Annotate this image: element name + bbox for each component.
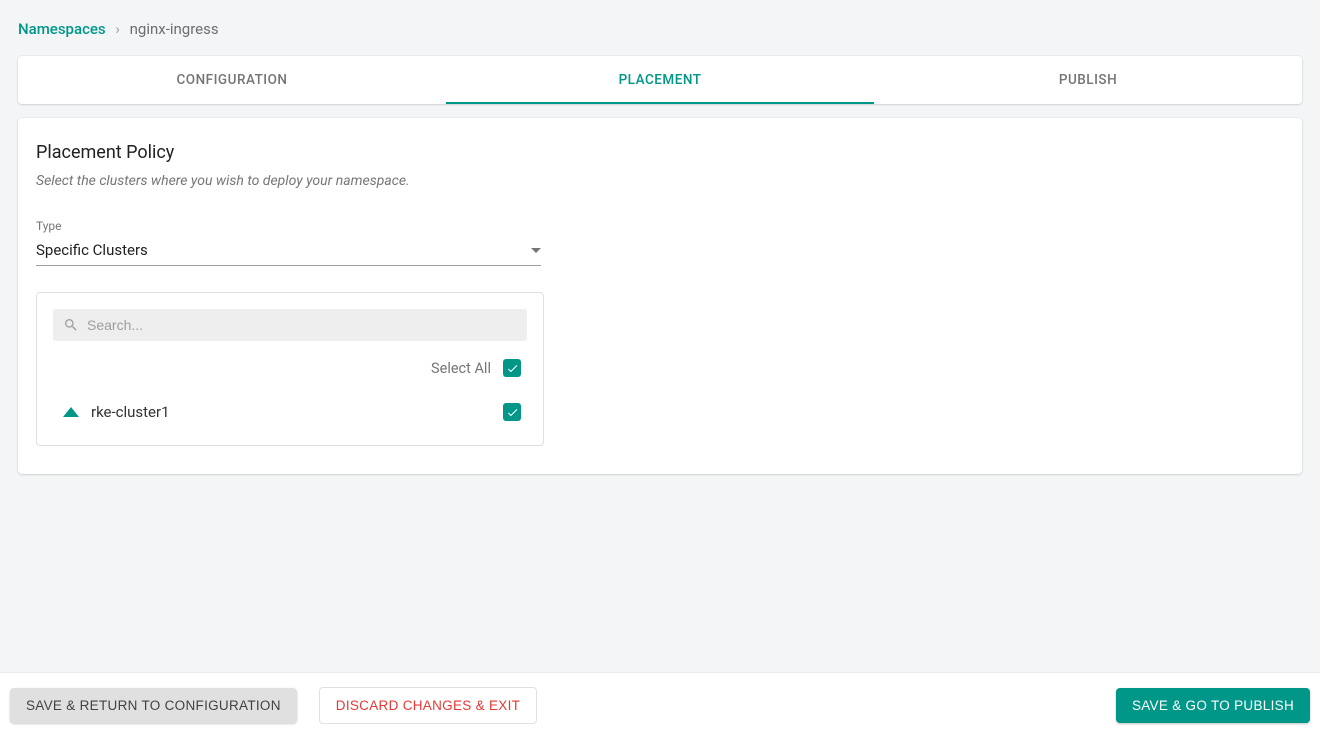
check-icon — [506, 362, 519, 375]
breadcrumb-root-link[interactable]: Namespaces — [18, 20, 106, 38]
section-title: Placement Policy — [36, 142, 1284, 163]
breadcrumb: Namespaces › nginx-ingress — [18, 0, 1302, 56]
cluster-checkbox[interactable] — [503, 403, 521, 421]
select-all-checkbox[interactable] — [503, 359, 521, 377]
type-label: Type — [36, 219, 1284, 233]
footer-bar: SAVE & RETURN TO CONFIGURATION DISCARD C… — [0, 673, 1320, 738]
save-publish-button[interactable]: SAVE & GO TO PUBLISH — [1116, 688, 1310, 723]
chevron-down-icon — [531, 248, 541, 253]
type-select-value: Specific Clusters — [36, 241, 148, 259]
tab-publish[interactable]: PUBLISH — [874, 56, 1302, 104]
search-field[interactable] — [53, 309, 527, 341]
section-description: Select the clusters where you wish to de… — [36, 173, 1284, 189]
cluster-row: rke-cluster1 — [53, 381, 527, 425]
check-icon — [506, 406, 519, 419]
cluster-status-icon — [63, 407, 79, 417]
tabs-bar: CONFIGURATION PLACEMENT PUBLISH — [18, 56, 1302, 104]
search-icon — [63, 317, 79, 333]
type-select[interactable]: Specific Clusters — [36, 235, 541, 266]
select-all-row: Select All — [53, 341, 527, 381]
cluster-name: rke-cluster1 — [91, 403, 491, 421]
search-input[interactable] — [87, 317, 517, 333]
placement-card: Placement Policy Select the clusters whe… — [18, 118, 1302, 474]
breadcrumb-separator: › — [115, 20, 120, 38]
tab-configuration[interactable]: CONFIGURATION — [18, 56, 446, 104]
cluster-panel: Select All rke-cluster1 — [36, 292, 544, 446]
discard-button[interactable]: DISCARD CHANGES & EXIT — [319, 687, 537, 724]
select-all-label: Select All — [431, 360, 491, 377]
tab-placement[interactable]: PLACEMENT — [446, 56, 874, 104]
save-return-button[interactable]: SAVE & RETURN TO CONFIGURATION — [10, 688, 297, 723]
breadcrumb-current: nginx-ingress — [130, 20, 219, 38]
